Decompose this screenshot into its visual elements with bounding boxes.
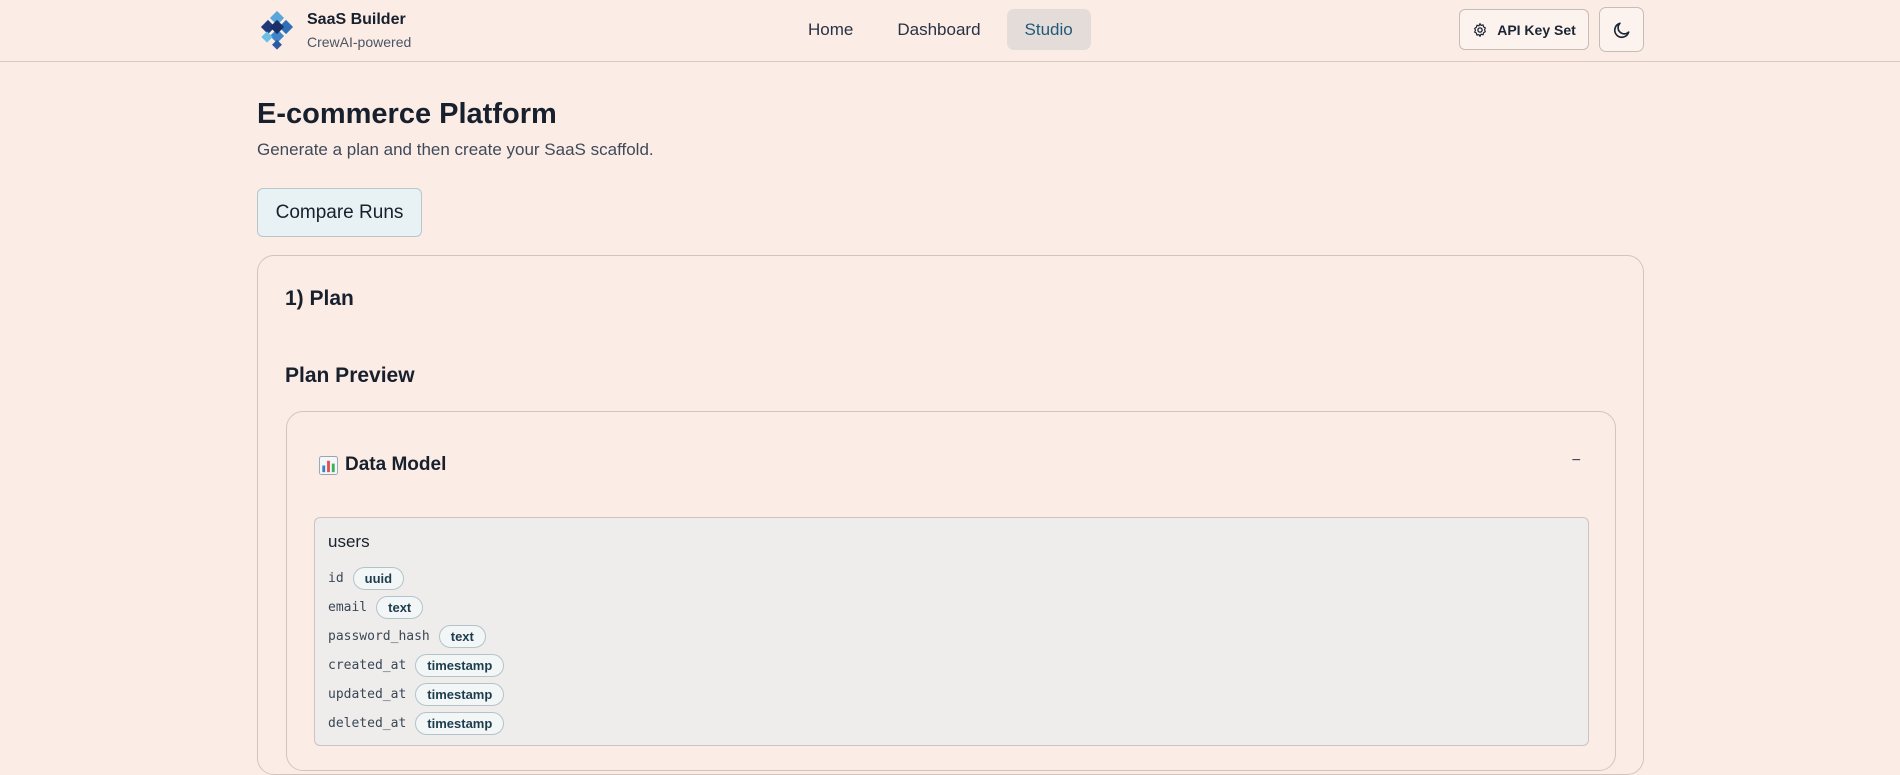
field-row: updated_at timestamp bbox=[328, 680, 505, 709]
field-row: id uuid bbox=[328, 564, 504, 593]
field-name: id bbox=[328, 571, 344, 586]
table-name: users bbox=[328, 532, 370, 551]
plan-preview-title: Plan Preview bbox=[285, 364, 415, 387]
nav-home[interactable]: Home bbox=[790, 9, 871, 50]
field-type-badge: timestamp bbox=[415, 654, 505, 677]
gear-icon bbox=[1474, 22, 1487, 37]
nav-dashboard[interactable]: Dashboard bbox=[879, 9, 998, 50]
data-model-title: Data Model bbox=[345, 454, 447, 475]
field-name: updated_at bbox=[328, 687, 407, 702]
field-type-badge: timestamp bbox=[415, 683, 505, 706]
field-type-badge: text bbox=[438, 625, 486, 648]
top-navbar: SaaS Builder CrewAI-powered Home Dashboa… bbox=[0, 0, 1900, 62]
plan-card: 1) Plan Plan Preview Data Model − users … bbox=[257, 255, 1644, 775]
data-model-panel: Data Model − users id uuid email text pa… bbox=[286, 411, 1616, 771]
nav-studio[interactable]: Studio bbox=[1006, 9, 1091, 50]
brand[interactable]: SaaS Builder CrewAI-powered bbox=[257, 10, 411, 52]
table-users: users id uuid email text password_hash t… bbox=[314, 517, 1589, 746]
api-key-button[interactable]: API Key Set bbox=[1459, 9, 1589, 50]
app-subtitle: CrewAI-powered bbox=[307, 34, 412, 50]
field-type-badge: timestamp bbox=[415, 712, 505, 735]
field-row: created_at timestamp bbox=[328, 651, 505, 680]
field-name: deleted_at bbox=[328, 716, 407, 731]
field-row: email text bbox=[328, 593, 504, 622]
api-key-label: API Key Set bbox=[1497, 21, 1576, 38]
data-model-header[interactable]: Data Model bbox=[319, 454, 446, 476]
compare-runs-button[interactable]: Compare Runs bbox=[257, 188, 422, 237]
theme-toggle-button[interactable] bbox=[1599, 7, 1644, 52]
bar-chart-icon bbox=[319, 455, 338, 475]
field-name: created_at bbox=[328, 658, 407, 673]
main-nav: Home Dashboard Studio bbox=[790, 9, 1091, 50]
logo-icon bbox=[260, 11, 294, 50]
field-list: id uuid email text password_hash text cr… bbox=[328, 564, 505, 738]
field-row: password_hash text bbox=[328, 622, 504, 651]
app-name: SaaS Builder bbox=[307, 11, 406, 28]
field-row: deleted_at timestamp bbox=[328, 709, 505, 738]
moon-icon bbox=[1613, 22, 1629, 38]
field-type-badge: text bbox=[376, 596, 424, 619]
page-title: E-commerce Platform bbox=[257, 98, 557, 130]
field-name: email bbox=[328, 600, 368, 615]
collapse-toggle[interactable]: − bbox=[1572, 452, 1581, 470]
page-subtitle: Generate a plan and then create your Saa… bbox=[257, 140, 654, 159]
field-type-badge: uuid bbox=[352, 567, 405, 590]
field-name: password_hash bbox=[328, 629, 430, 644]
plan-section-title: 1) Plan bbox=[285, 287, 354, 310]
